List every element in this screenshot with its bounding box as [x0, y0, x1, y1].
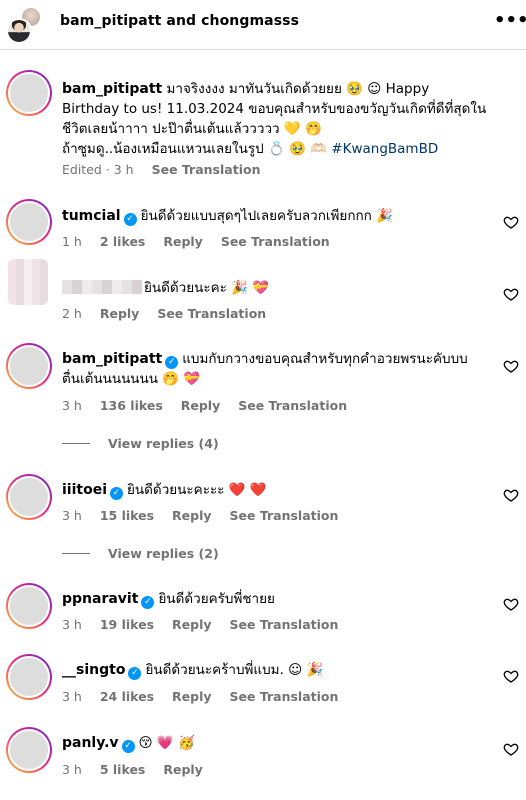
verified-badge-icon: ✓	[123, 213, 137, 226]
comment-username[interactable]: __singto	[62, 662, 125, 678]
divider	[62, 553, 90, 554]
likes-count[interactable]: 24 likes	[100, 689, 154, 704]
comment-avatar[interactable]	[6, 199, 52, 245]
caption-avatar[interactable]	[6, 70, 52, 116]
post-comments-panel: bam_pitipatt and chongmasss ••• bam_piti…	[0, 0, 526, 800]
caption-text-line3: ชีวิตเลยน้าาาา ปะป๊าตื่นเต้นแล้ววววว 💛 🤭	[62, 121, 322, 137]
comment-meta: 3 h 19 likes Reply See Translation	[62, 617, 352, 632]
caption: bam_pitipatt มาจริงงงง มาทันวันเกิดด้วยย…	[62, 79, 522, 159]
reply-button[interactable]: Reply	[172, 689, 211, 704]
comment-avatar[interactable]	[6, 654, 52, 700]
edited-label: Edited · 3 h	[62, 162, 134, 177]
comment-text: แบมกับกวางขอบคุณสำหรับทุกคำอวยพรนะคับบบ	[182, 351, 468, 367]
like-heart-icon[interactable]	[503, 741, 519, 757]
comment-text: ยินดีด้วยครับพี่ชายย	[158, 591, 275, 607]
divider	[62, 443, 90, 444]
comment-time: 3 h	[62, 762, 82, 777]
like-heart-icon[interactable]	[503, 358, 519, 374]
verified-badge-icon: ✓	[165, 356, 179, 369]
comment-row: panly.v ✓ 😚 💗 🥳	[62, 733, 482, 753]
caption-username[interactable]: bam_pitipatt	[62, 81, 162, 97]
likes-count[interactable]: 5 likes	[100, 762, 146, 777]
see-translation-button[interactable]: See Translation	[157, 306, 266, 321]
comment-meta: 3 h 136 likes Reply See Translation	[62, 398, 361, 413]
likes-count[interactable]: 136 likes	[100, 398, 163, 413]
comment-username[interactable]: panly.v	[62, 735, 119, 751]
comment-time: 3 h	[62, 398, 82, 413]
comment-username[interactable]: tumcial	[62, 208, 121, 224]
comment-username[interactable]: ppnaravit	[62, 591, 138, 607]
comment-row: tumcial ✓ ยินดีด้วยแบบสุดๆไปเลยครับลวกเพีย…	[62, 206, 482, 226]
view-replies-button[interactable]: View replies (4)	[62, 436, 219, 451]
view-replies-label[interactable]: View replies (2)	[108, 546, 219, 561]
comment-text: ยินดีด้วยนะคร้าบพี่แบม. ☺︎ 🎉	[145, 662, 324, 678]
caption-text-line1: มาจริงงงง มาทันวันเกิดด้วยยย 🥹 ☺︎ Happy	[166, 81, 430, 97]
likes-count[interactable]: 2 likes	[100, 234, 146, 249]
reply-button[interactable]: Reply	[163, 234, 202, 249]
comment-row: bam_pitipatt ✓ แบมกับกวางขอบคุณสำหรับทุกคำ…	[62, 349, 502, 389]
comment-time: 1 h	[62, 234, 82, 249]
comment-username[interactable]: iiitoei	[62, 482, 107, 498]
comment-row: iiitoei ✓ ยินดีด้วยนะคะะะ ❤️ ❤️	[62, 480, 482, 500]
caption-meta: Edited · 3 h See Translation	[62, 162, 274, 177]
comment-time: 2 h	[62, 306, 82, 321]
view-replies-label[interactable]: View replies (4)	[108, 436, 219, 451]
comment-meta: 1 h 2 likes Reply See Translation	[62, 234, 344, 249]
comment-username[interactable]: bam_pitipatt	[62, 351, 162, 367]
reply-button[interactable]: Reply	[172, 617, 211, 632]
caption-text-line4: ถ้าซูมดู..น้องเหมือนแหวนเลยในรูป 💍 🥹 🫶🏻	[62, 141, 327, 157]
see-translation-button[interactable]: See Translation	[230, 689, 339, 704]
comment-text-line2: ตื่นเต้นนนนนนน 🤭 💝	[62, 371, 201, 387]
more-horizontal-icon[interactable]: •••	[494, 10, 526, 34]
comment-meta: 3 h 24 likes Reply See Translation	[62, 689, 352, 704]
like-heart-icon[interactable]	[503, 596, 519, 612]
post-header: bam_pitipatt and chongmasss •••	[0, 0, 526, 50]
verified-badge-icon: ✓	[121, 740, 135, 753]
comment-avatar[interactable]	[6, 474, 52, 520]
like-heart-icon[interactable]	[503, 286, 519, 302]
comment-text: ยินดีด้วยแบบสุดๆไปเลยครับลวกเพียกกก 🎉	[140, 208, 393, 224]
comment-avatar[interactable]	[6, 343, 52, 389]
avatar[interactable]	[6, 18, 32, 44]
post-author-names[interactable]: bam_pitipatt and chongmasss	[60, 13, 299, 29]
view-replies-button[interactable]: View replies (2)	[62, 546, 219, 561]
collab-avatars[interactable]	[6, 6, 42, 44]
comment-row: ppnaravit ✓ ยินดีด้วยครับพี่ชายย	[62, 589, 482, 609]
comment-time: 3 h	[62, 689, 82, 704]
comment-row: ยินดีด้วยนะคะ 🎉 💝	[144, 278, 484, 298]
hashtag-link[interactable]: #KwangBamBD	[331, 141, 438, 157]
comment-meta: 2 h Reply See Translation	[62, 306, 280, 321]
verified-badge-icon: ✓	[128, 667, 142, 680]
reply-button[interactable]: Reply	[100, 306, 139, 321]
comment-text: ยินดีด้วยนะคะ 🎉 💝	[144, 280, 270, 296]
like-heart-icon[interactable]	[503, 487, 519, 503]
comment-row: __singto ✓ ยินดีด้วยนะคร้าบพี่แบม. ☺︎ 🎉	[62, 660, 482, 680]
comment-meta: 3 h 5 likes Reply	[62, 762, 217, 777]
verified-badge-icon: ✓	[141, 596, 155, 609]
likes-count[interactable]: 19 likes	[100, 617, 154, 632]
see-translation-button[interactable]: See Translation	[238, 398, 347, 413]
comment-meta: 3 h 15 likes Reply See Translation	[62, 508, 352, 523]
see-translation-button[interactable]: See Translation	[230, 508, 339, 523]
like-heart-icon[interactable]	[503, 214, 519, 230]
likes-count[interactable]: 15 likes	[100, 508, 154, 523]
see-translation-button[interactable]: See Translation	[230, 617, 339, 632]
reply-button[interactable]: Reply	[181, 398, 220, 413]
verified-badge-icon: ✓	[110, 487, 124, 500]
caption-text-line2: Birthday to us! 11.03.2024 ขอบคุณสำหรับข…	[62, 101, 487, 117]
comment-time: 3 h	[62, 508, 82, 523]
comment-text: 😚 💗 🥳	[138, 735, 195, 751]
comment-avatar[interactable]	[8, 259, 48, 305]
see-translation-button[interactable]: See Translation	[152, 162, 261, 177]
like-heart-icon[interactable]	[503, 668, 519, 684]
comment-text: ยินดีด้วยนะคะะะ ❤️ ❤️	[127, 482, 267, 498]
comment-time: 3 h	[62, 617, 82, 632]
comment-avatar[interactable]	[6, 583, 52, 629]
comment-avatar[interactable]	[6, 727, 52, 773]
see-translation-button[interactable]: See Translation	[221, 234, 330, 249]
blurred-username	[62, 280, 142, 294]
reply-button[interactable]: Reply	[172, 508, 211, 523]
reply-button[interactable]: Reply	[163, 762, 202, 777]
